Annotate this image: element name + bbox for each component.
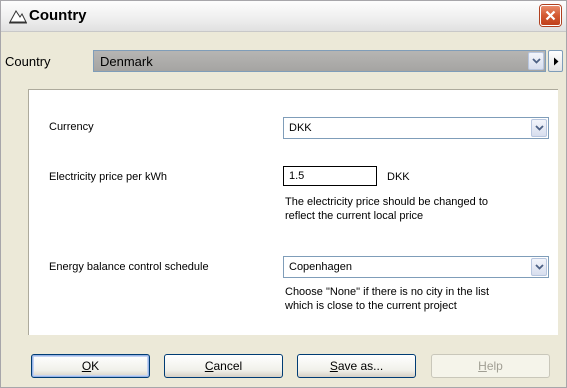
schedule-note-line-1: Choose "None" if there is no city in the… bbox=[285, 286, 490, 298]
country-next-button[interactable] bbox=[548, 50, 563, 72]
schedule-label: Energy balance control schedule bbox=[49, 261, 209, 273]
close-icon bbox=[545, 10, 556, 21]
electricity-note-line-1: The electricity price should be changed … bbox=[285, 196, 489, 208]
arrow-right-icon bbox=[553, 57, 558, 65]
country-dropdown-button[interactable] bbox=[528, 52, 544, 70]
cancel-button[interactable]: Cancel bbox=[164, 354, 283, 378]
help-mnemonic: H bbox=[478, 359, 487, 373]
chevron-down-icon bbox=[531, 58, 541, 64]
electricity-price-unit: DKK bbox=[387, 171, 410, 183]
currency-value: DKK bbox=[289, 122, 312, 134]
title-bar: Country bbox=[1, 1, 566, 32]
close-button[interactable] bbox=[540, 5, 561, 26]
help-label-rest: elp bbox=[486, 359, 503, 373]
country-label: Country bbox=[5, 54, 51, 69]
electricity-note-line-2: reflect the current local price bbox=[285, 210, 424, 222]
help-button[interactable]: Help bbox=[431, 354, 550, 378]
ok-button[interactable]: OK bbox=[31, 354, 150, 378]
ok-mnemonic: O bbox=[81, 359, 92, 373]
schedule-value: Copenhagen bbox=[289, 261, 353, 273]
electricity-price-value: 1.5 bbox=[289, 170, 305, 182]
window-icon bbox=[9, 10, 27, 24]
currency-label: Currency bbox=[49, 121, 94, 133]
schedule-note-line-2: which is close to the current project bbox=[285, 300, 457, 312]
electricity-price-label: Electricity price per kWh bbox=[49, 171, 167, 183]
country-bar: Country Denmark bbox=[1, 45, 566, 77]
electricity-price-input[interactable]: 1.5 bbox=[283, 166, 377, 186]
country-value: Denmark bbox=[100, 54, 153, 69]
schedule-dropdown-button[interactable] bbox=[531, 258, 547, 276]
save-as-mnemonic: S bbox=[329, 359, 338, 373]
save-as-button[interactable]: Save as... bbox=[297, 354, 416, 378]
ok-label-rest: K bbox=[91, 359, 100, 373]
currency-dropdown-button[interactable] bbox=[531, 119, 547, 137]
cancel-label-rest: ancel bbox=[213, 359, 243, 373]
country-select[interactable]: Denmark bbox=[93, 50, 546, 72]
settings-panel: Currency DKK Electricity price per kWh 1… bbox=[28, 89, 558, 335]
chevron-down-icon bbox=[534, 264, 544, 270]
currency-select[interactable]: DKK bbox=[283, 117, 549, 139]
chevron-down-icon bbox=[534, 125, 544, 131]
schedule-select[interactable]: Copenhagen bbox=[283, 256, 549, 278]
cancel-mnemonic: C bbox=[204, 359, 214, 373]
country-dialog: Country Country Denmark Currency DKK Ele… bbox=[0, 0, 567, 388]
window-title: Country bbox=[29, 7, 87, 24]
save-as-label-rest: ave as... bbox=[337, 359, 384, 373]
